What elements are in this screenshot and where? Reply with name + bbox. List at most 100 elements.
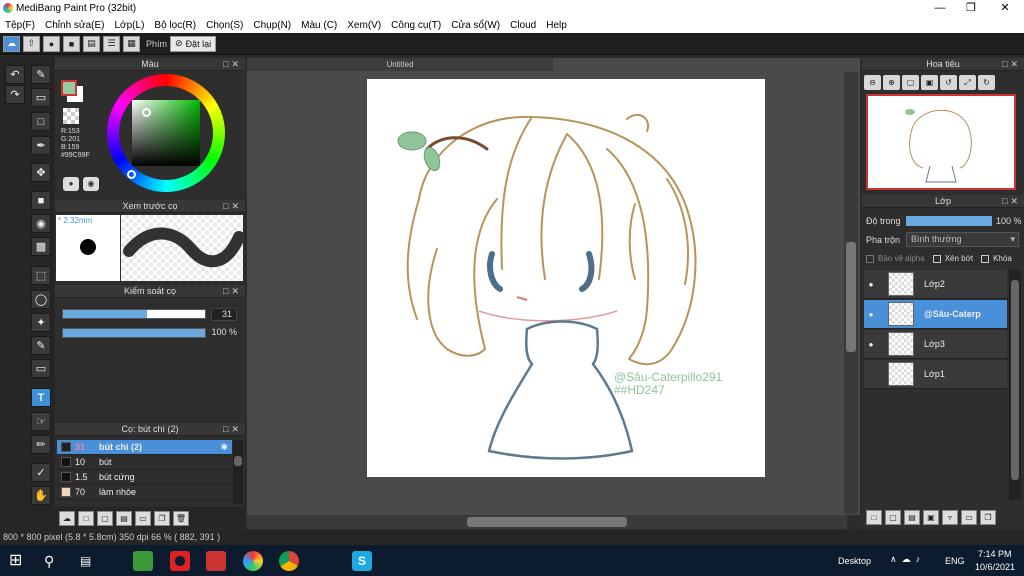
brush-item[interactable]: 31 bút chì (2) ✱ [57, 440, 232, 455]
alpha-protect-checkbox[interactable] [866, 254, 874, 263]
trash-icon[interactable]: 🗑 [173, 510, 189, 526]
chrome-icon[interactable] [279, 551, 299, 571]
hue-cursor[interactable] [127, 170, 136, 179]
rotate-left-icon[interactable]: ↺ [940, 75, 957, 90]
brush-item[interactable]: 70 làm nhòe [57, 485, 232, 500]
panel-float-close-icon[interactable]: □✕ [223, 423, 242, 436]
new-8bit-layer-icon[interactable]: ▤ [904, 510, 920, 525]
folder-icon[interactable]: ▭ [135, 510, 151, 526]
magic-wand-icon[interactable]: ✦ [31, 313, 51, 332]
reset-button[interactable]: ⊘ Đặt lại [170, 35, 217, 52]
menu-select[interactable]: Chọn(S) [201, 20, 248, 31]
medibang-icon[interactable] [243, 551, 263, 571]
brush-item[interactable]: 10 bút [57, 455, 232, 470]
move-tool-icon[interactable]: ✥ [31, 163, 51, 182]
menu-tools[interactable]: Công cụ(T) [386, 20, 446, 31]
layer-row[interactable]: ● @Sâu-Caterp [864, 300, 1007, 329]
windows-start-icon[interactable]: ⊞ [9, 551, 29, 571]
select-tool-icon[interactable]: ⬚ [31, 266, 51, 285]
menu-snap[interactable]: Chụp(N) [248, 20, 296, 31]
menu-window[interactable]: Cửa sổ(W) [446, 20, 505, 31]
redo-icon[interactable]: ↷ [5, 85, 25, 104]
new-brush-icon[interactable]: □ [78, 510, 94, 526]
clock-date[interactable]: 10/6/2021 [975, 562, 1015, 572]
panel-float-close-icon[interactable]: □✕ [223, 285, 242, 298]
add-brush-icon[interactable]: ▢ [97, 510, 113, 526]
foreground-color-swatch[interactable] [61, 80, 77, 96]
lasso-tool-icon[interactable]: ◯ [31, 290, 51, 309]
canvas-horizontal-scrollbar[interactable] [247, 515, 847, 529]
search-icon[interactable]: ⚲ [44, 551, 64, 571]
document-icon[interactable]: ▤ [83, 35, 100, 52]
navigator-thumbnail[interactable] [866, 94, 1016, 190]
task-view-icon[interactable]: ▤ [80, 551, 100, 571]
eye-icon[interactable]: ● [864, 280, 878, 289]
skype-icon[interactable]: S [352, 551, 372, 571]
bucket-tool-icon[interactable]: ◉ [31, 214, 51, 233]
panel-float-close-icon[interactable]: □✕ [1002, 195, 1021, 208]
panel-float-close-icon[interactable]: □✕ [1002, 58, 1021, 71]
canvas-area[interactable]: Untitled @Sâu-Caterpillo291 ##HD247 [247, 58, 860, 515]
brush-size-slider[interactable] [62, 309, 206, 319]
zoom-out-icon[interactable]: ⊖ [864, 75, 881, 90]
opera-icon[interactable] [170, 551, 190, 571]
eraser-tool-icon[interactable]: ▭ [31, 88, 51, 107]
blend-mode-select[interactable]: Bình thường ▾ [906, 232, 1019, 247]
copy-brush-icon[interactable]: ❐ [154, 510, 170, 526]
desktop-label[interactable]: Desktop [838, 556, 871, 566]
panel-float-close-icon[interactable]: □✕ [223, 58, 242, 71]
select-eraser-icon[interactable]: ▭ [31, 359, 51, 378]
comment-icon[interactable]: ● [43, 35, 60, 52]
menu-color[interactable]: Màu (C) [296, 20, 342, 31]
brush-size-value[interactable]: 31 [211, 308, 237, 321]
layer-row[interactable]: ● Lớp3 [864, 330, 1007, 359]
undo-icon[interactable]: ↶ [5, 65, 25, 84]
add-layer-dropdown-icon[interactable]: ▿ [942, 510, 958, 525]
palette-add-icon[interactable]: ◉ [83, 177, 99, 191]
layer-opacity-slider[interactable] [906, 216, 992, 226]
dot-tool-icon[interactable]: □ [31, 112, 51, 131]
canvas-tab[interactable]: Untitled [247, 58, 553, 71]
minimize-button[interactable]: — [925, 0, 955, 17]
gradient-tool-icon[interactable]: ▩ [31, 237, 51, 256]
game-app-icon[interactable] [133, 551, 153, 571]
close-button[interactable]: ✕ [990, 0, 1020, 17]
layers-scrollbar[interactable] [1009, 270, 1021, 500]
palette-icon[interactable]: ● [63, 177, 79, 191]
zoom-in-icon[interactable]: ⊕ [883, 75, 900, 90]
language-indicator[interactable]: ENG [945, 556, 965, 566]
brush-opacity-slider[interactable] [62, 328, 206, 338]
menu-cloud[interactable]: Cloud [505, 20, 541, 31]
messaging-app-icon[interactable] [206, 551, 226, 571]
menu-help[interactable]: Help [541, 20, 572, 31]
actual-size-icon[interactable]: ▣ [921, 75, 938, 90]
menu-edit[interactable]: Chỉnh sửa(E) [40, 20, 110, 31]
saturation-value-square[interactable] [132, 100, 200, 166]
cloud-brush-icon[interactable]: ☁ [59, 510, 75, 526]
clock-time[interactable]: 7:14 PM [978, 549, 1012, 559]
operation-tool-icon[interactable]: ☞ [31, 412, 51, 431]
layer-row[interactable]: ● Lớp2 [864, 270, 1007, 299]
fill-rect-tool-icon[interactable]: ■ [31, 191, 51, 210]
eyedropper-tool-icon[interactable]: ✓ [31, 463, 51, 482]
brush-item[interactable]: 1.5 bút cứng [57, 470, 232, 485]
new-halftone-layer-icon[interactable]: ▢ [885, 510, 901, 525]
maximize-button[interactable]: ❐ [956, 0, 986, 17]
lock-checkbox[interactable] [981, 254, 990, 263]
rotate-right-icon[interactable]: ↻ [978, 75, 995, 90]
canvas-vertical-scrollbar[interactable] [844, 72, 858, 514]
cloud-icon[interactable]: ☁ [3, 35, 20, 52]
chat-icon[interactable]: ■ [63, 35, 80, 52]
share-icon[interactable]: ⇧ [23, 35, 40, 52]
new-1bit-layer-icon[interactable]: ▣ [923, 510, 939, 525]
brush-list-scrollbar[interactable] [233, 440, 243, 504]
clip-checkbox[interactable] [932, 254, 941, 263]
new-layer-icon[interactable]: □ [866, 510, 882, 525]
drawing-canvas[interactable]: @Sâu-Caterpillo291 ##HD247 [367, 79, 765, 477]
pen-tool-icon[interactable]: ✒ [31, 136, 51, 155]
menu-file[interactable]: Tệp(F) [0, 20, 40, 31]
hue-wheel[interactable] [107, 74, 225, 192]
tray-icons[interactable]: ∧☁♪ [890, 554, 925, 565]
list-icon[interactable]: ☰ [103, 35, 120, 52]
hand-tool-icon[interactable]: ✋ [31, 486, 51, 505]
